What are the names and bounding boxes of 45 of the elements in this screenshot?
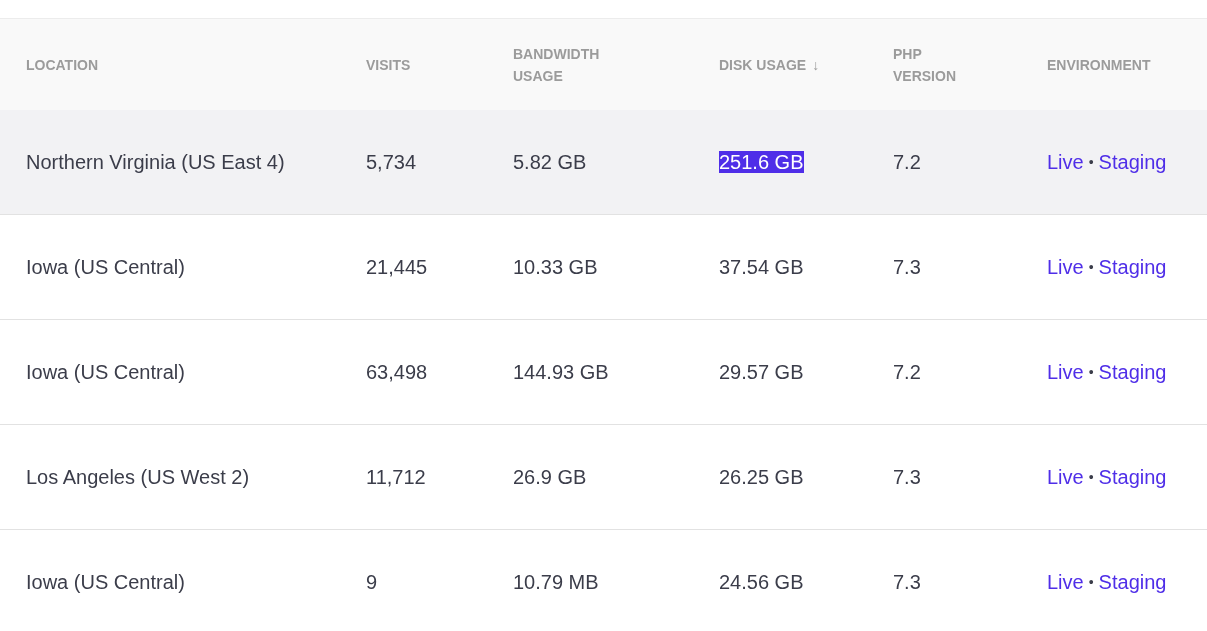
php-version-cell: 7.3 bbox=[893, 255, 921, 278]
bandwidth-cell: 5.82 GB bbox=[513, 150, 587, 173]
bandwidth-cell: 10.33 GB bbox=[513, 255, 598, 278]
separator-dot: • bbox=[1088, 154, 1094, 170]
disk-usage-cell: 251.6 GB bbox=[719, 150, 804, 173]
php-version-cell: 7.3 bbox=[893, 465, 921, 488]
separator-dot: • bbox=[1088, 469, 1094, 485]
bandwidth-cell: 10.79 MB bbox=[513, 570, 599, 593]
column-header: VISITS bbox=[366, 55, 411, 75]
disk-usage-cell: 24.56 GB bbox=[719, 570, 804, 593]
location-cell: Los Angeles (US West 2) bbox=[26, 465, 250, 488]
live-link[interactable]: Live bbox=[1047, 255, 1084, 279]
live-link[interactable]: Live bbox=[1047, 150, 1084, 174]
column-header: ENVIRONMENT bbox=[1047, 55, 1151, 75]
visits-cell: 5,734 bbox=[366, 150, 417, 173]
visits-cell: 21,445 bbox=[366, 255, 428, 278]
live-link[interactable]: Live bbox=[1047, 465, 1084, 489]
live-link[interactable]: Live bbox=[1047, 570, 1084, 594]
column-header: LOCATION bbox=[26, 55, 99, 75]
staging-link[interactable]: Staging bbox=[1098, 255, 1167, 279]
location-cell: Northern Virginia (US East 4) bbox=[26, 150, 285, 173]
staging-link[interactable]: Staging bbox=[1098, 150, 1167, 174]
disk-usage-cell: 29.57 GB bbox=[719, 360, 804, 383]
visits-cell: 63,498 bbox=[366, 360, 428, 383]
location-cell: Iowa (US Central) bbox=[26, 255, 185, 278]
column-header: BANDWIDTH USAGE bbox=[513, 44, 601, 86]
php-version-cell: 7.2 bbox=[893, 360, 921, 383]
visits-cell: 9 bbox=[366, 570, 378, 593]
php-version-cell: 7.3 bbox=[893, 570, 921, 593]
visits-cell: 11,712 bbox=[366, 465, 426, 488]
separator-dot: • bbox=[1088, 574, 1094, 590]
staging-link[interactable]: Staging bbox=[1098, 360, 1167, 384]
staging-link[interactable]: Staging bbox=[1098, 465, 1167, 489]
location-cell: Iowa (US Central) bbox=[26, 570, 185, 593]
separator-dot: • bbox=[1088, 259, 1094, 275]
disk-usage-cell: 26.25 GB bbox=[719, 465, 804, 488]
staging-link[interactable]: Staging bbox=[1098, 570, 1167, 594]
separator-dot: • bbox=[1088, 364, 1094, 380]
location-cell: Iowa (US Central) bbox=[26, 360, 185, 383]
live-link[interactable]: Live bbox=[1047, 360, 1084, 384]
bandwidth-cell: 144.93 GB bbox=[513, 360, 609, 383]
disk-usage-cell: 37.54 GB bbox=[719, 255, 804, 278]
column-header: PHP VERSION bbox=[893, 44, 957, 86]
php-version-cell: 7.2 bbox=[893, 150, 921, 173]
bandwidth-cell: 26.9 GB bbox=[513, 465, 587, 488]
